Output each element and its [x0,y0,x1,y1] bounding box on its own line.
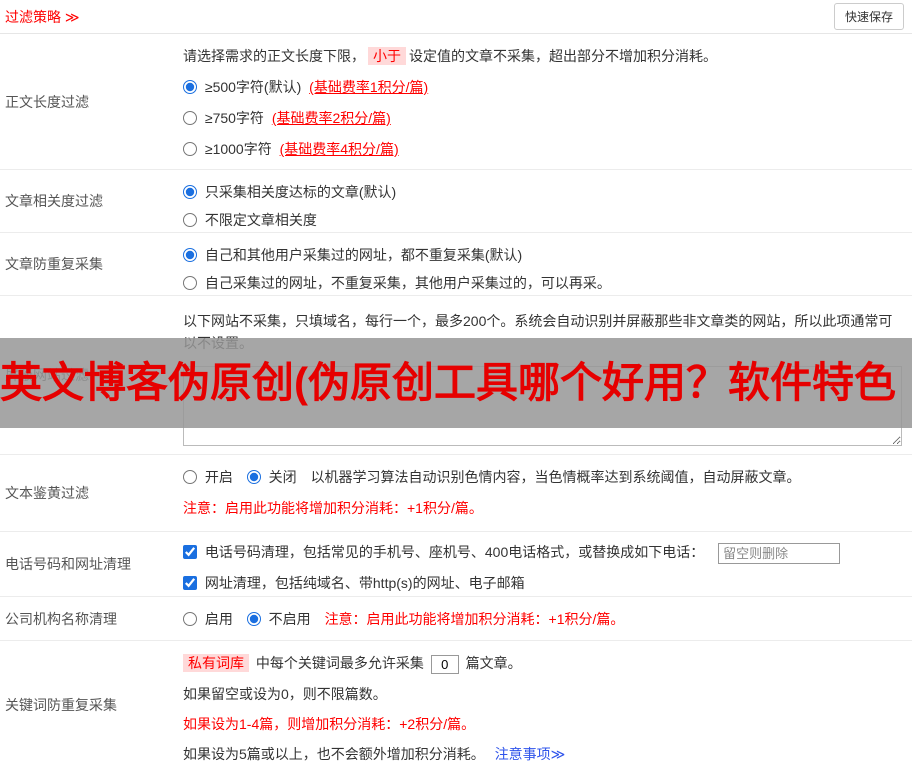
row-keyword-dedup: 关键词防重复采集 私有词库 中每个关键词最多允许采集 篇文章。 如果留空或设为0… [0,641,912,768]
company-clean-on-option[interactable]: 启用 [183,611,237,627]
phone-url-clean-content: 电话号码清理，包括常见的手机号、座机号、400电话格式，或替换成如下电话： 网址… [183,532,912,596]
keyword-dedup-line4: 如果设为5篇或以上，也不会额外增加积分消耗。 [183,745,485,762]
fee-note: (基础费率4积分/篇) [279,141,399,157]
length-1000-radio[interactable] [183,142,197,156]
less-than-highlight: 小于 [368,47,406,65]
relevance-any-radio[interactable] [183,213,197,227]
fee-note: (基础费率1积分/篇) [309,79,429,95]
length-option-1000[interactable]: ≥1000字符 (基础费率4积分/篇) [183,139,904,159]
relevance-option-strict[interactable]: 只采集相关度达标的文章(默认) [183,182,904,202]
page-header: 过滤策略 ≫ 快速保存 [0,0,912,34]
length-500-radio[interactable] [183,80,197,94]
private-thesaurus-highlight: 私有词库 [183,654,249,672]
company-off-radio[interactable] [246,612,261,626]
length-option-500[interactable]: ≥500字符(默认) (基础费率1积分/篇) [183,77,904,97]
quick-save-button[interactable]: 快速保存 [833,3,904,30]
length-option-750[interactable]: ≥750字符 (基础费率2积分/篇) [183,108,904,128]
watermark-text: 英文博客伪原创(伪原创工具哪个好用？软件特色 [0,359,896,406]
option-label: 开启 [204,469,233,485]
option-label: 关闭 [268,469,297,485]
row-dedup-collect: 文章防重复采集 自己和其他用户采集过的网址，都不重复采集(默认) 自己采集过的网… [0,233,912,296]
porn-filter-note: 注意：启用此功能将增加积分消耗：+1积分/篇。 [183,500,483,516]
page-title[interactable]: 过滤策略 ≫ [5,7,80,27]
dedup-self-radio[interactable] [183,276,197,290]
length-filter-intro: 请选择需求的正文长度下限， 小于 设定值的文章不采集，超出部分不增加积分消耗。 [183,46,904,66]
row-label-relevance-filter: 文章相关度过滤 [5,193,103,209]
option-label: ≥1000字符 [204,141,272,157]
porn-filter-content: 开启 关闭 以机器学习算法自动识别色情内容，当色情概率达到系统阈值，自动屏蔽文章… [183,455,912,531]
porn-on-radio[interactable] [183,470,197,484]
filter-strategy-page: 过滤策略 ≫ 快速保存 正文长度过滤 请选择需求的正文长度下限， 小于 设定值的文章… [0,0,912,768]
option-label: ≥750字符 [204,110,264,126]
porn-option-on[interactable]: 开启 [183,469,237,485]
notice-link[interactable]: 注意事项≫ [495,746,566,762]
keyword-dedup-text: 中每个关键词最多允许采集 [255,655,424,671]
option-label: ≥500字符(默认) [204,79,302,95]
url-clean-option[interactable]: 网址清理，包括纯域名、带http(s)的网址、电子邮箱 [183,575,525,591]
porn-filter-desc: 以机器学习算法自动识别色情内容，当色情概率达到系统阈值，自动屏蔽文章。 [310,469,801,485]
porn-option-off[interactable]: 关闭 [246,469,301,485]
relevance-strict-radio[interactable] [183,185,197,199]
length-filter-content: 请选择需求的正文长度下限， 小于 设定值的文章不采集，超出部分不增加积分消耗。 ≥5… [183,34,912,169]
row-company-clean: 公司机构名称清理 启用 不启用 注意：启用此功能将增加积分消耗：+1积分/篇。 [0,597,912,641]
keyword-dedup-line3: 如果设为1-4篇，则增加积分消耗：+2积分/篇。 [183,715,476,732]
intro-text-before: 请选择需求的正文长度下限， [183,48,365,64]
url-clean-checkbox[interactable] [183,575,197,590]
option-label: 自己和其他用户采集过的网址，都不重复采集(默认) [204,247,523,263]
row-label-porn-filter: 文本鉴黄过滤 [5,485,89,501]
dedup-collect-content: 自己和其他用户采集过的网址，都不重复采集(默认) 自己采集过的网址，不重复采集，… [183,233,912,295]
option-label: 只采集相关度达标的文章(默认) [204,184,397,200]
company-clean-content: 启用 不启用 注意：启用此功能将增加积分消耗：+1积分/篇。 [183,597,912,640]
length-750-radio[interactable] [183,111,197,125]
intro-text-after: 设定值的文章不采集，超出部分不增加积分消耗。 [409,48,717,64]
option-label: 不限定文章相关度 [204,212,317,228]
row-label-dedup-collect: 文章防重复采集 [5,256,103,272]
row-phone-url-clean: 电话号码和网址清理 电话号码清理，包括常见的手机号、座机号、400电话格式，或替… [0,532,912,597]
row-label-company-clean: 公司机构名称清理 [5,610,117,627]
option-label: 电话号码清理，包括常见的手机号、座机号、400电话格式，或替换成如下电话： [204,544,705,560]
row-label-phone-url-clean: 电话号码和网址清理 [5,556,131,572]
keyword-dedup-content: 私有词库 中每个关键词最多允许采集 篇文章。 如果留空或设为0，则不限篇数。 如… [183,641,912,768]
relevance-filter-content: 只采集相关度达标的文章(默认) 不限定文章相关度 [183,170,912,232]
row-relevance-filter: 文章相关度过滤 只采集相关度达标的文章(默认) 不限定文章相关度 [0,170,912,233]
option-label: 网址清理，包括纯域名、带http(s)的网址、电子邮箱 [204,574,525,591]
row-label-length-filter: 正文长度过滤 [5,93,89,110]
fee-note: (基础费率2积分/篇) [271,110,391,126]
row-length-filter: 正文长度过滤 请选择需求的正文长度下限， 小于 设定值的文章不采集，超出部分不增加积… [0,34,912,170]
dedup-option-self[interactable]: 自己采集过的网址，不重复采集，其他用户采集过的，可以再采。 [183,273,904,293]
option-label: 启用 [204,611,233,627]
option-label: 自己采集过的网址，不重复采集，其他用户采集过的，可以再采。 [204,275,611,291]
keyword-dedup-text-after: 篇文章。 [465,655,522,671]
row-porn-filter: 文本鉴黄过滤 开启 关闭 以机器学习算法自动识别色情内容，当色情概率达到系统阈值… [0,455,912,532]
keyword-dedup-line2: 如果留空或设为0，则不限篇数。 [183,685,387,702]
phone-clean-checkbox[interactable] [183,545,197,559]
dedup-global-radio[interactable] [183,248,197,262]
max-articles-input[interactable] [430,654,459,674]
dedup-option-global[interactable]: 自己和其他用户采集过的网址，都不重复采集(默认) [183,245,904,265]
watermark-overlay: 英文博客伪原创(伪原创工具哪个好用？软件特色 [0,338,912,428]
phone-clean-option[interactable]: 电话号码清理，包括常见的手机号、座机号、400电话格式，或替换成如下电话： [183,544,708,560]
porn-off-radio[interactable] [246,470,261,484]
row-label-keyword-dedup: 关键词防重复采集 [5,696,117,713]
option-label: 不启用 [268,611,311,627]
company-on-radio[interactable] [183,612,197,626]
replacement-phone-input[interactable] [718,542,841,564]
company-clean-note: 注意：启用此功能将增加积分消耗：+1积分/篇。 [324,611,625,627]
company-clean-off-option[interactable]: 不启用 [246,611,315,627]
relevance-option-any[interactable]: 不限定文章相关度 [183,210,904,230]
